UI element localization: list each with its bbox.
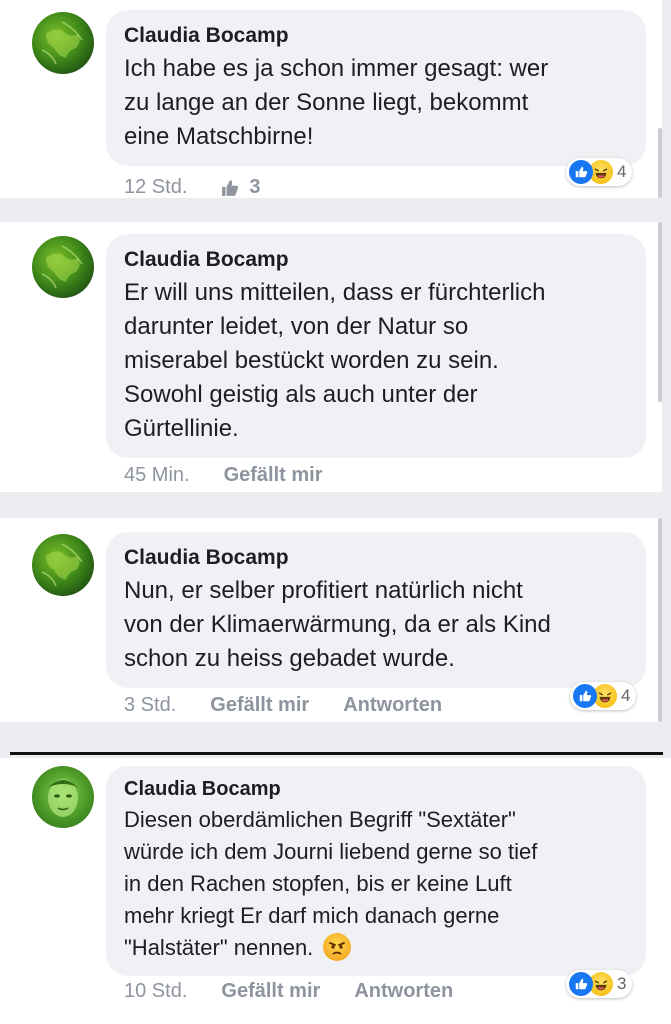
comment-bubble: Claudia Bocamp Nun, er selber profitiert… <box>106 532 646 688</box>
thumbs-up-icon <box>222 179 239 196</box>
reply-button[interactable]: Antworten <box>354 980 453 1003</box>
reply-button[interactable]: Antworten <box>343 694 442 717</box>
comment-time[interactable]: 3 Std. <box>124 694 176 717</box>
comment-text: Er will uns mitteilen, dass er fürchterl… <box>124 279 546 442</box>
scrollbar[interactable] <box>658 518 662 722</box>
reaction-count: 4 <box>617 162 627 181</box>
comment-time[interactable]: 12 Std. <box>124 176 187 198</box>
globe-icon <box>41 245 83 289</box>
comment-text: Nun, er selber profitiert natürlich nich… <box>124 577 551 672</box>
globe-icon <box>41 543 83 587</box>
avatar[interactable] <box>32 12 94 74</box>
comment-meta: 45 Min. Gefällt mir <box>124 464 357 487</box>
like-reaction-icon <box>573 684 597 708</box>
like-reaction-icon <box>569 160 593 184</box>
avatar[interactable] <box>32 766 94 828</box>
comment-meta: 3 Std. Gefällt mir Antworten <box>124 694 476 717</box>
comment-time[interactable]: 10 Std. <box>124 980 187 1003</box>
like-count[interactable]: 3 <box>221 176 261 198</box>
reactions-summary[interactable]: 4 <box>566 158 633 186</box>
comment-panel-4: Claudia Bocamp Diesen oberdämlichen Begr… <box>0 758 671 1024</box>
comment-bubble: Claudia Bocamp Er will uns mitteilen, da… <box>106 234 646 458</box>
comment-author[interactable]: Claudia Bocamp <box>124 247 628 273</box>
like-button[interactable]: Gefällt mir <box>221 980 320 1003</box>
scrollbar[interactable] <box>658 222 662 402</box>
scrollbar[interactable] <box>658 128 662 198</box>
reaction-count: 4 <box>621 686 631 705</box>
globe-icon <box>41 21 83 65</box>
comment-panel-2: Claudia Bocamp Er will uns mitteilen, da… <box>0 222 662 492</box>
reactions-summary[interactable]: 4 <box>570 682 637 710</box>
comment-text: Ich habe es ja schon immer gesagt: wer z… <box>124 55 549 150</box>
comment-panel-3: Claudia Bocamp Nun, er selber profitiert… <box>0 518 662 722</box>
comment-panel-1: Claudia Bocamp Ich habe es ja schon imme… <box>0 0 662 198</box>
comment-author[interactable]: Claudia Bocamp <box>124 545 628 571</box>
comment-time[interactable]: 45 Min. <box>124 464 190 487</box>
like-reaction-icon <box>569 972 593 996</box>
comment-author[interactable]: Claudia Bocamp <box>124 23 628 49</box>
comment-bubble: Claudia Bocamp Ich habe es ja schon imme… <box>106 10 646 166</box>
reaction-count: 3 <box>617 974 627 993</box>
comment-meta: 12 Std. 3 <box>124 176 295 198</box>
avatar[interactable] <box>32 534 94 596</box>
comment-author[interactable]: Claudia Bocamp <box>124 776 628 802</box>
like-button[interactable]: Gefällt mir <box>224 464 323 487</box>
avatar[interactable] <box>32 236 94 298</box>
comment-text: Diesen oberdämlichen Begriff "Sextäter" … <box>124 807 538 961</box>
face-portrait-icon <box>48 779 78 817</box>
divider <box>10 752 663 755</box>
comment-bubble: Claudia Bocamp Diesen oberdämlichen Begr… <box>106 766 646 976</box>
angry-face-icon <box>323 933 352 961</box>
like-button[interactable]: Gefällt mir <box>210 694 309 717</box>
reactions-summary[interactable]: 3 <box>566 970 633 998</box>
comment-meta: 10 Std. Gefällt mir Antworten <box>124 980 487 1003</box>
